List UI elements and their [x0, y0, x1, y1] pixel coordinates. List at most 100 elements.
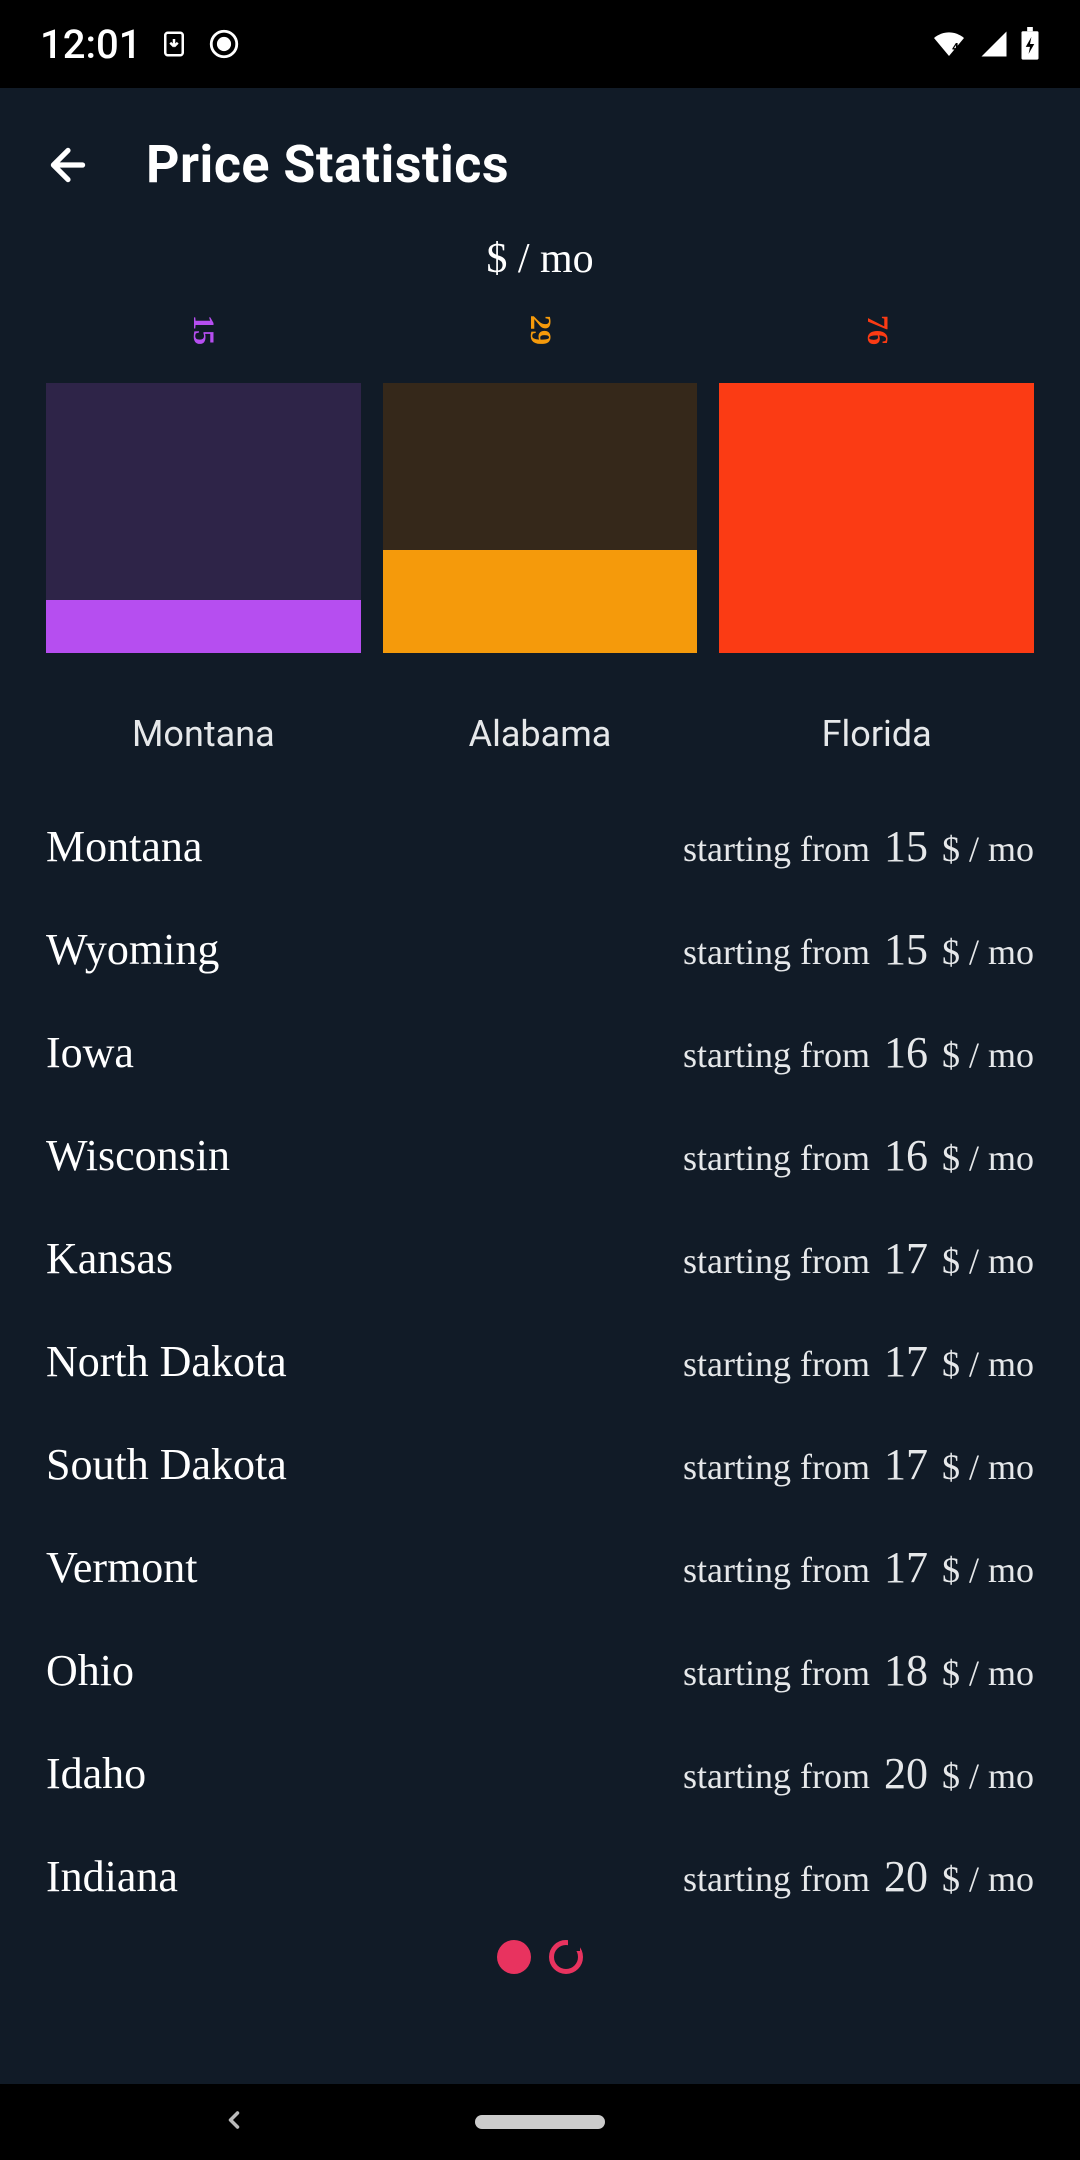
price-value: 16 — [884, 1130, 928, 1181]
price-text: starting from 17 $ / mo — [683, 1439, 1034, 1490]
price-prefix: starting from — [683, 1755, 870, 1797]
price-prefix: starting from — [683, 1652, 870, 1694]
bar-fill — [383, 550, 698, 653]
state-name: Kansas — [46, 1233, 173, 1284]
app-content: Price Statistics $ / mo 15 29 76 Montana… — [0, 88, 1080, 2084]
bar-value: 15 — [186, 315, 220, 345]
list-item[interactable]: Wyoming starting from 15 $ / mo — [46, 898, 1034, 1001]
state-name: Ohio — [46, 1645, 134, 1696]
status-time: 12:01 — [40, 21, 141, 68]
list-item[interactable]: Wisconsin starting from 16 $ / mo — [46, 1104, 1034, 1207]
list-item[interactable]: Kansas starting from 17 $ / mo — [46, 1207, 1034, 1310]
price-list[interactable]: Montana starting from 15 $ / mo Wyoming start… — [0, 795, 1080, 1928]
status-bar: 12:01 4 — [0, 0, 1080, 88]
bar-montana: 15 — [46, 313, 361, 653]
price-unit: $ / mo — [942, 1343, 1034, 1385]
back-button[interactable] — [40, 137, 96, 193]
price-value: 15 — [884, 924, 928, 975]
pager-dot-2[interactable] — [549, 1940, 583, 1974]
state-name: Wisconsin — [46, 1130, 230, 1181]
list-item[interactable]: North Dakota starting from 17 $ / mo — [46, 1310, 1034, 1413]
state-name: Indiana — [46, 1851, 178, 1902]
list-item[interactable]: Idaho starting from 20 $ / mo — [46, 1722, 1034, 1825]
price-text: starting from 20 $ / mo — [683, 1851, 1034, 1902]
price-prefix: starting from — [683, 931, 870, 973]
price-prefix: starting from — [683, 1034, 870, 1076]
price-value: 17 — [884, 1336, 928, 1387]
svg-text:4: 4 — [952, 41, 959, 55]
price-value: 20 — [884, 1748, 928, 1799]
price-text: starting from 18 $ / mo — [683, 1645, 1034, 1696]
bar-value: 76 — [860, 315, 894, 345]
price-prefix: starting from — [683, 1446, 870, 1488]
price-unit: $ / mo — [942, 1549, 1034, 1591]
price-prefix: starting from — [683, 1240, 870, 1282]
price-unit: $ / mo — [942, 1240, 1034, 1282]
price-unit: $ / mo — [942, 1137, 1034, 1179]
list-item[interactable]: South Dakota starting from 17 $ / mo — [46, 1413, 1034, 1516]
price-prefix: starting from — [683, 828, 870, 870]
state-name: Wyoming — [46, 924, 219, 975]
bar-value: 29 — [523, 315, 557, 345]
list-item[interactable]: Ohio starting from 18 $ / mo — [46, 1619, 1034, 1722]
state-name: Iowa — [46, 1027, 134, 1078]
bar-fill — [46, 600, 361, 653]
state-name: Montana — [46, 821, 202, 872]
bar-chart: 15 29 76 — [0, 313, 1080, 653]
price-text: starting from 17 $ / mo — [683, 1336, 1034, 1387]
price-unit: $ / mo — [942, 1446, 1034, 1488]
state-name: North Dakota — [46, 1336, 287, 1387]
price-text: starting from 17 $ / mo — [683, 1233, 1034, 1284]
price-text: starting from 15 $ / mo — [683, 924, 1034, 975]
status-left: 12:01 — [40, 21, 241, 68]
download-icon — [159, 29, 189, 59]
nav-back-icon[interactable] — [220, 2101, 248, 2143]
bar-florida: 76 — [719, 313, 1034, 653]
price-unit: $ / mo — [942, 828, 1034, 870]
signal-icon — [978, 29, 1010, 59]
price-value: 20 — [884, 1851, 928, 1902]
price-text: starting from 20 $ / mo — [683, 1748, 1034, 1799]
page-indicator[interactable] — [0, 1940, 1080, 1974]
chart-label: Montana — [46, 713, 361, 755]
list-item[interactable]: Iowa starting from 16 $ / mo — [46, 1001, 1034, 1104]
bar-alabama: 29 — [383, 313, 698, 653]
price-unit: $ / mo — [942, 1652, 1034, 1694]
list-item[interactable]: Vermontstarting from17$ / mo — [46, 1516, 1034, 1619]
price-unit: $ / mo — [942, 931, 1034, 973]
state-name: South Dakota — [46, 1439, 287, 1490]
bar-fill — [719, 383, 1034, 653]
status-right: 4 — [930, 27, 1040, 61]
price-value: 16 — [884, 1027, 928, 1078]
price-value: 17 — [884, 1233, 928, 1284]
price-prefix: starting from — [683, 1858, 870, 1900]
price-value: 18 — [884, 1645, 928, 1696]
app-bar: Price Statistics — [0, 106, 1080, 235]
list-item[interactable]: Indiana starting from 20 $ / mo — [46, 1825, 1034, 1928]
chart-label: Florida — [719, 713, 1034, 755]
navigation-bar — [0, 2084, 1080, 2160]
pager-dot-1[interactable] — [497, 1940, 531, 1974]
chart-category-labels: Montana Alabama Florida — [0, 713, 1080, 755]
price-text: starting from17$ / mo — [683, 1542, 1034, 1593]
price-prefix: starting from — [683, 1137, 870, 1179]
state-name: Vermont — [46, 1542, 198, 1593]
battery-charging-icon — [1020, 27, 1040, 61]
nav-home-pill[interactable] — [475, 2115, 605, 2129]
price-value: 17 — [884, 1439, 928, 1490]
state-name: Idaho — [46, 1748, 146, 1799]
list-item[interactable]: Montana starting from 15 $ / mo — [46, 795, 1034, 898]
price-unit: $ / mo — [942, 1755, 1034, 1797]
price-text: starting from 16 $ / mo — [683, 1130, 1034, 1181]
price-unit: $ / mo — [942, 1858, 1034, 1900]
dnd-icon — [207, 27, 241, 61]
page-title: Price Statistics — [146, 134, 509, 195]
price-text: starting from 15 $ / mo — [683, 821, 1034, 872]
price-prefix: starting from — [683, 1343, 870, 1385]
price-value: 17 — [884, 1542, 928, 1593]
wifi-icon: 4 — [930, 29, 968, 59]
chart-label: Alabama — [383, 713, 698, 755]
chart-unit-label: $ / mo — [0, 235, 1080, 283]
price-unit: $ / mo — [942, 1034, 1034, 1076]
price-value: 15 — [884, 821, 928, 872]
